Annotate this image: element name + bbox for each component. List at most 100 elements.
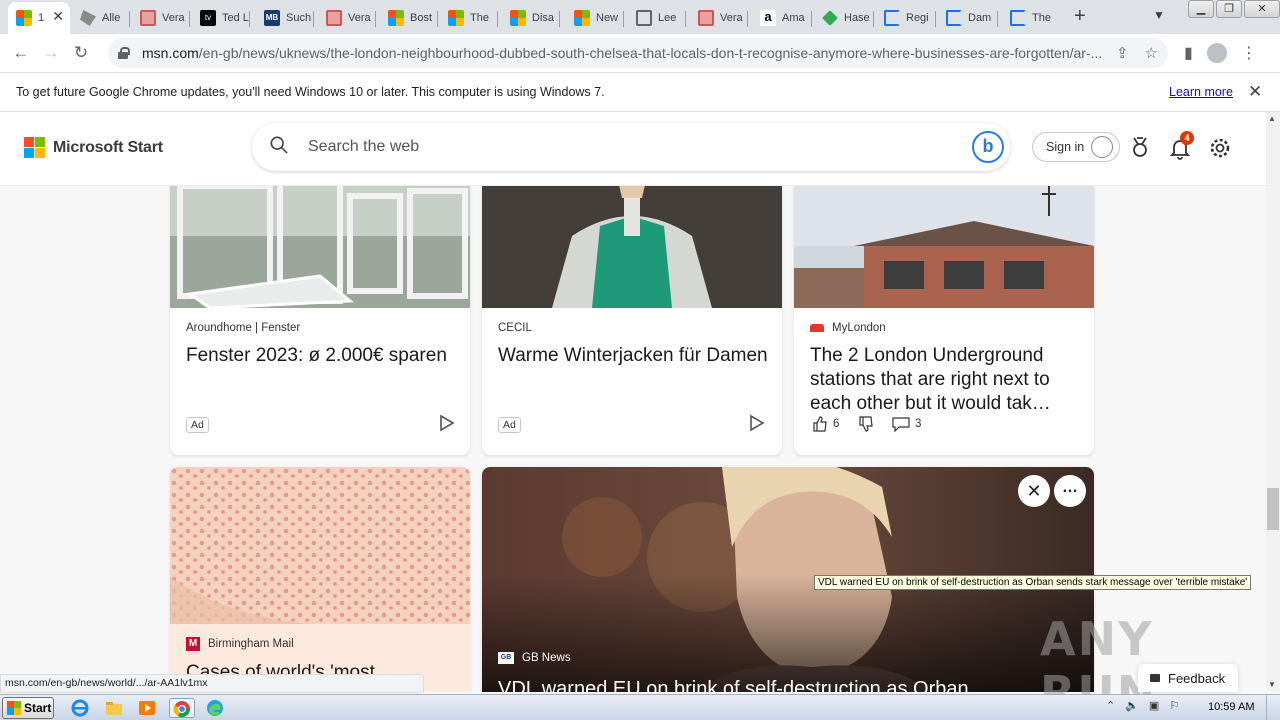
feed-card-ad-cecil[interactable]: CECIL Warme Winterjacken für Damen Ad [482,186,782,455]
link-tooltip: VDL warned EU on brink of self-destructi… [814,575,1252,590]
feedback-label: Feedback [1168,670,1226,686]
tab-3[interactable]: Vera [132,4,190,32]
sign-in-label: Sign in [1046,140,1085,154]
thumbs-down-icon [859,416,873,432]
card-title[interactable]: Warme Winterjacken für Damen [498,344,768,368]
edge-icon[interactable] [205,698,225,718]
minimize-button[interactable]: ▁ [1188,0,1214,18]
tab-2[interactable]: Alle [72,4,130,32]
volume-icon[interactable]: 🔈 [1125,699,1139,712]
card-title[interactable]: The 2 London Underground stations that a… [810,344,1080,416]
network-icon[interactable]: ▣ [1149,699,1159,712]
tab-title: New [596,12,619,24]
close-icon[interactable]: ✕ [52,8,64,25]
card-image [482,186,782,308]
tab-9[interactable]: Disa [502,4,560,32]
ad-choices-icon[interactable] [748,414,766,432]
forward-button[interactable]: → [36,43,66,63]
comments-button[interactable]: 3 [892,416,921,432]
dislike-button[interactable] [858,416,874,432]
more-options-icon[interactable]: … [1054,475,1086,507]
tab-17[interactable]: The [1002,4,1062,32]
comment-count: 3 [915,418,922,430]
show-desktop-button[interactable] [1266,695,1280,720]
tab-title: Ted L [222,12,249,24]
windows-logo-icon [7,701,21,715]
tab-13[interactable]: a Ama [752,4,812,32]
feed-card-birmingham-mail[interactable]: M Birmingham Mail Cases of world's 'most [170,467,470,692]
comment-icon [892,417,910,432]
window-close-button[interactable]: ✕ [1244,0,1280,18]
feedback-button[interactable]: Feedback [1138,664,1238,692]
msn-header: Microsoft Start b Sign in [0,112,1266,186]
start-button[interactable]: Start [2,697,54,719]
bing-chat-icon[interactable]: b [972,131,1004,163]
person-icon [1091,136,1113,158]
search-box[interactable]: b [252,123,1010,171]
tab-7[interactable]: Bost [380,4,438,32]
ad-choices-icon[interactable] [438,414,456,432]
file-explorer-icon[interactable] [104,698,124,718]
tab-5[interactable]: MB Such [256,4,314,32]
share-icon[interactable]: ⇪ [1116,44,1129,62]
dismiss-close-icon[interactable]: ✕ [1018,475,1050,507]
tab-16[interactable]: Dam [938,4,998,32]
url-text[interactable]: msn.com/en-gb/news/uknews/the-london-nei… [142,45,1102,61]
thumbs-up-icon [813,416,827,432]
lock-icon[interactable] [118,47,130,59]
notification-count-badge: 4 [1180,131,1194,145]
scrollbar-thumb[interactable] [1267,488,1279,530]
tab-4[interactable]: tv Ted L [192,4,250,32]
internet-explorer-icon[interactable] [70,698,90,718]
infobar-close-icon[interactable]: ✕ [1248,82,1262,102]
search-input[interactable] [308,135,948,159]
tab-title: Lee [658,12,677,24]
restore-button[interactable]: ❐ [1216,0,1242,18]
windows-taskbar: Start ⌃ 🔈 ▣ ⚐ 10:59 AM [0,694,1280,720]
tab-title: Bost [410,12,433,24]
mylondon-logo-icon [810,324,824,332]
tray-expand-icon[interactable]: ⌃ [1106,699,1115,712]
taskbar-clock[interactable]: 10:59 AM [1208,701,1254,713]
microsoft-icon [510,10,526,26]
tab-8[interactable]: The [440,4,498,32]
card-title[interactable]: Fenster 2023: ø 2.000€ sparen [186,344,456,368]
settings-gear-icon[interactable] [1208,136,1232,160]
tab-title: Vera [348,12,371,24]
feed-card-mylondon[interactable]: MyLondon The 2 London Underground statio… [794,186,1094,455]
media-player-icon[interactable] [137,698,157,718]
generic-icon [80,10,96,26]
tab-10[interactable]: New [566,4,624,32]
tab-11[interactable]: Lee [628,4,686,32]
appletv-icon: tv [200,10,216,26]
tab-search-chevron-icon[interactable]: ▼ [1153,8,1165,22]
tab-12[interactable]: Vera [690,4,748,32]
tab-14[interactable]: Hase [814,4,874,32]
address-bar[interactable]: msn.com/en-gb/news/uknews/the-london-nei… [108,38,1168,68]
bookmark-star-icon[interactable]: ☆ [1145,44,1158,62]
microsoft-start-logo[interactable]: Microsoft Start [24,137,163,158]
tab-6[interactable]: Vera [318,4,376,32]
rewards-icon[interactable] [1128,136,1152,160]
page-scrollbar[interactable] [1266,112,1280,692]
tab-1[interactable]: 1 ✕ [8,2,70,34]
menu-kebab-icon[interactable]: ⋮ [1241,43,1257,63]
new-tab-button[interactable]: + [1074,6,1086,26]
tab-title: Such [286,12,312,24]
back-button[interactable]: ← [6,43,36,63]
url-path: /en-gb/news/uknews/the-london-neighbourh… [198,45,1102,61]
infobar-message: To get future Google Chrome updates, you… [16,85,605,99]
feed-card-ad-fenster[interactable]: Aroundhome | Fenster Fenster 2023: ø 2.0… [170,186,470,455]
tab-15[interactable]: Regi [876,4,936,32]
card-title[interactable]: VDL warned EU on brink of self-destructi… [498,677,1058,692]
scroll-up-arrow-icon[interactable]: ▲ [1268,114,1276,123]
reload-button[interactable]: ↻ [66,43,96,63]
action-center-flag-icon[interactable]: ⚐ [1169,699,1179,712]
profile-avatar[interactable] [1206,43,1227,63]
like-button[interactable]: 6 [812,416,839,432]
globe-icon [636,10,652,26]
learn-more-link[interactable]: Learn more [1169,85,1233,99]
chrome-taskbar-icon[interactable] [169,698,195,718]
sign-in-button[interactable]: Sign in [1032,132,1120,162]
side-panel-icon[interactable]: ▮ [1184,43,1193,63]
